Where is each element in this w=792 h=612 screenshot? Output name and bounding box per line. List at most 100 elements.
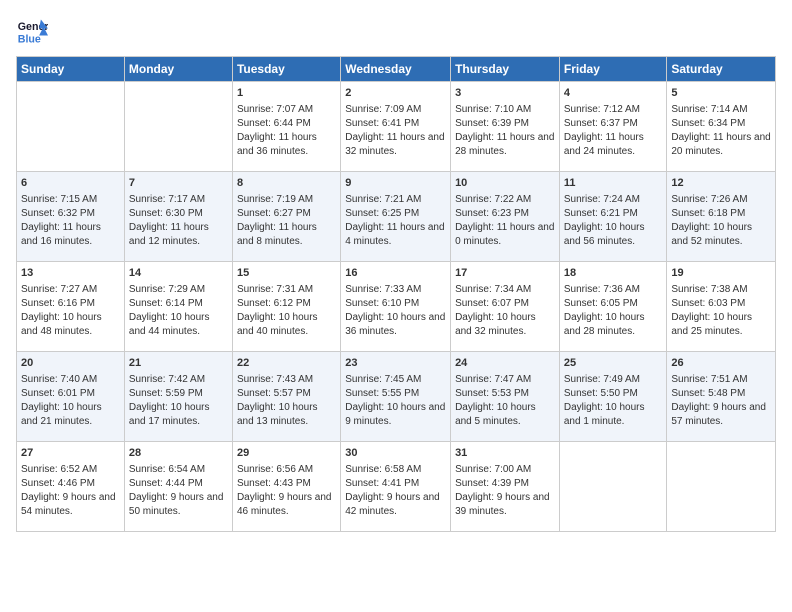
day-detail: Sunrise: 7:19 AMSunset: 6:27 PMDaylight:… bbox=[237, 193, 336, 249]
day-number: 4 bbox=[564, 86, 663, 101]
calendar-cell: 8 Sunrise: 7:19 AMSunset: 6:27 PMDaylight… bbox=[232, 172, 340, 262]
day-detail: Sunrise: 7:36 AMSunset: 6:05 PMDaylight:… bbox=[564, 283, 663, 339]
day-detail: Sunrise: 7:43 AMSunset: 5:57 PMDaylight:… bbox=[237, 373, 336, 429]
calendar-cell: 3 Sunrise: 7:10 AMSunset: 6:39 PMDaylight… bbox=[451, 82, 560, 172]
day-detail: Sunrise: 6:56 AMSunset: 4:43 PMDaylight:… bbox=[237, 463, 336, 519]
day-number: 31 bbox=[455, 446, 555, 461]
day-number: 11 bbox=[564, 176, 663, 191]
day-of-week-header: Monday bbox=[124, 57, 232, 82]
calendar-cell: 14 Sunrise: 7:29 AMSunset: 6:14 PMDayligh… bbox=[124, 262, 232, 352]
day-number: 6 bbox=[21, 176, 120, 191]
calendar-cell: 20 Sunrise: 7:40 AMSunset: 6:01 PMDayligh… bbox=[17, 352, 125, 442]
day-number: 21 bbox=[129, 356, 228, 371]
day-detail: Sunrise: 7:22 AMSunset: 6:23 PMDaylight:… bbox=[455, 193, 555, 249]
day-number: 17 bbox=[455, 266, 555, 281]
day-number: 19 bbox=[671, 266, 771, 281]
day-detail: Sunrise: 7:00 AMSunset: 4:39 PMDaylight:… bbox=[455, 463, 555, 519]
calendar-cell bbox=[124, 82, 232, 172]
calendar-header-row: SundayMondayTuesdayWednesdayThursdayFrid… bbox=[17, 57, 776, 82]
calendar-cell: 10 Sunrise: 7:22 AMSunset: 6:23 PMDayligh… bbox=[451, 172, 560, 262]
calendar-cell: 29 Sunrise: 6:56 AMSunset: 4:43 PMDayligh… bbox=[232, 442, 340, 532]
day-detail: Sunrise: 6:54 AMSunset: 4:44 PMDaylight:… bbox=[129, 463, 228, 519]
calendar-cell: 23 Sunrise: 7:45 AMSunset: 5:55 PMDayligh… bbox=[341, 352, 451, 442]
calendar-cell: 2 Sunrise: 7:09 AMSunset: 6:41 PMDaylight… bbox=[341, 82, 451, 172]
day-of-week-header: Sunday bbox=[17, 57, 125, 82]
calendar-cell: 22 Sunrise: 7:43 AMSunset: 5:57 PMDayligh… bbox=[232, 352, 340, 442]
day-number: 30 bbox=[345, 446, 446, 461]
day-detail: Sunrise: 7:09 AMSunset: 6:41 PMDaylight:… bbox=[345, 103, 446, 159]
day-detail: Sunrise: 7:21 AMSunset: 6:25 PMDaylight:… bbox=[345, 193, 446, 249]
day-number: 22 bbox=[237, 356, 336, 371]
day-number: 23 bbox=[345, 356, 446, 371]
day-number: 3 bbox=[455, 86, 555, 101]
calendar-table: SundayMondayTuesdayWednesdayThursdayFrid… bbox=[16, 56, 776, 532]
day-of-week-header: Wednesday bbox=[341, 57, 451, 82]
day-number: 16 bbox=[345, 266, 446, 281]
day-number: 27 bbox=[21, 446, 120, 461]
day-detail: Sunrise: 7:47 AMSunset: 5:53 PMDaylight:… bbox=[455, 373, 555, 429]
calendar-cell bbox=[667, 442, 776, 532]
calendar-cell: 30 Sunrise: 6:58 AMSunset: 4:41 PMDayligh… bbox=[341, 442, 451, 532]
calendar-cell: 12 Sunrise: 7:26 AMSunset: 6:18 PMDayligh… bbox=[667, 172, 776, 262]
calendar-cell: 9 Sunrise: 7:21 AMSunset: 6:25 PMDaylight… bbox=[341, 172, 451, 262]
day-number: 18 bbox=[564, 266, 663, 281]
day-of-week-header: Saturday bbox=[667, 57, 776, 82]
day-detail: Sunrise: 7:34 AMSunset: 6:07 PMDaylight:… bbox=[455, 283, 555, 339]
day-detail: Sunrise: 7:40 AMSunset: 6:01 PMDaylight:… bbox=[21, 373, 120, 429]
calendar-cell: 31 Sunrise: 7:00 AMSunset: 4:39 PMDayligh… bbox=[451, 442, 560, 532]
day-number: 10 bbox=[455, 176, 555, 191]
day-detail: Sunrise: 7:26 AMSunset: 6:18 PMDaylight:… bbox=[671, 193, 771, 249]
day-detail: Sunrise: 7:29 AMSunset: 6:14 PMDaylight:… bbox=[129, 283, 228, 339]
day-number: 9 bbox=[345, 176, 446, 191]
day-detail: Sunrise: 7:31 AMSunset: 6:12 PMDaylight:… bbox=[237, 283, 336, 339]
calendar-cell: 18 Sunrise: 7:36 AMSunset: 6:05 PMDayligh… bbox=[559, 262, 667, 352]
day-number: 29 bbox=[237, 446, 336, 461]
day-detail: Sunrise: 7:07 AMSunset: 6:44 PMDaylight:… bbox=[237, 103, 336, 159]
day-of-week-header: Tuesday bbox=[232, 57, 340, 82]
day-detail: Sunrise: 7:42 AMSunset: 5:59 PMDaylight:… bbox=[129, 373, 228, 429]
calendar-cell: 15 Sunrise: 7:31 AMSunset: 6:12 PMDayligh… bbox=[232, 262, 340, 352]
day-detail: Sunrise: 7:45 AMSunset: 5:55 PMDaylight:… bbox=[345, 373, 446, 429]
day-detail: Sunrise: 6:58 AMSunset: 4:41 PMDaylight:… bbox=[345, 463, 446, 519]
calendar-cell: 24Sunrise: 7:47 AMSunset: 5:53 PMDayligh… bbox=[451, 352, 560, 442]
calendar-cell: 21 Sunrise: 7:42 AMSunset: 5:59 PMDayligh… bbox=[124, 352, 232, 442]
calendar-cell: 13 Sunrise: 7:27 AMSunset: 6:16 PMDayligh… bbox=[17, 262, 125, 352]
calendar-week-row: 27 Sunrise: 6:52 AMSunset: 4:46 PMDayligh… bbox=[17, 442, 776, 532]
day-number: 15 bbox=[237, 266, 336, 281]
calendar-cell: 25 Sunrise: 7:49 AMSunset: 5:50 PMDayligh… bbox=[559, 352, 667, 442]
page-header: General Blue bbox=[16, 16, 776, 48]
day-detail: Sunrise: 7:12 AMSunset: 6:37 PMDaylight:… bbox=[564, 103, 663, 159]
day-detail: Sunrise: 7:15 AMSunset: 6:32 PMDaylight:… bbox=[21, 193, 120, 249]
day-number: 26 bbox=[671, 356, 771, 371]
day-number: 28 bbox=[129, 446, 228, 461]
day-number: 25 bbox=[564, 356, 663, 371]
day-detail: Sunrise: 7:24 AMSunset: 6:21 PMDaylight:… bbox=[564, 193, 663, 249]
calendar-cell: 1Sunrise: 7:07 AMSunset: 6:44 PMDaylight… bbox=[232, 82, 340, 172]
calendar-cell: 7Sunrise: 7:17 AMSunset: 6:30 PMDaylight… bbox=[124, 172, 232, 262]
day-number: 14 bbox=[129, 266, 228, 281]
day-number: 12 bbox=[671, 176, 771, 191]
calendar-cell: 26 Sunrise: 7:51 AMSunset: 5:48 PMDayligh… bbox=[667, 352, 776, 442]
calendar-cell: 17 Sunrise: 7:34 AMSunset: 6:07 PMDayligh… bbox=[451, 262, 560, 352]
day-detail: Sunrise: 6:52 AMSunset: 4:46 PMDaylight:… bbox=[21, 463, 120, 519]
day-detail: Sunrise: 7:10 AMSunset: 6:39 PMDaylight:… bbox=[455, 103, 555, 159]
day-detail: Sunrise: 7:49 AMSunset: 5:50 PMDaylight:… bbox=[564, 373, 663, 429]
calendar-cell bbox=[17, 82, 125, 172]
day-number: 7 bbox=[129, 176, 228, 191]
day-number: 20 bbox=[21, 356, 120, 371]
calendar-cell: 16Sunrise: 7:33 AMSunset: 6:10 PMDayligh… bbox=[341, 262, 451, 352]
calendar-cell: 11 Sunrise: 7:24 AMSunset: 6:21 PMDayligh… bbox=[559, 172, 667, 262]
calendar-week-row: 1Sunrise: 7:07 AMSunset: 6:44 PMDaylight… bbox=[17, 82, 776, 172]
calendar-cell: 27 Sunrise: 6:52 AMSunset: 4:46 PMDayligh… bbox=[17, 442, 125, 532]
day-detail: Sunrise: 7:51 AMSunset: 5:48 PMDaylight:… bbox=[671, 373, 771, 429]
day-number: 2 bbox=[345, 86, 446, 101]
day-number: 13 bbox=[21, 266, 120, 281]
day-detail: Sunrise: 7:14 AMSunset: 6:34 PMDaylight:… bbox=[671, 103, 771, 159]
day-detail: Sunrise: 7:27 AMSunset: 6:16 PMDaylight:… bbox=[21, 283, 120, 339]
calendar-cell: 19Sunrise: 7:38 AMSunset: 6:03 PMDayligh… bbox=[667, 262, 776, 352]
logo-icon: General Blue bbox=[16, 16, 48, 48]
day-number: 8 bbox=[237, 176, 336, 191]
day-of-week-header: Thursday bbox=[451, 57, 560, 82]
svg-text:Blue: Blue bbox=[18, 34, 41, 46]
calendar-week-row: 20 Sunrise: 7:40 AMSunset: 6:01 PMDayligh… bbox=[17, 352, 776, 442]
